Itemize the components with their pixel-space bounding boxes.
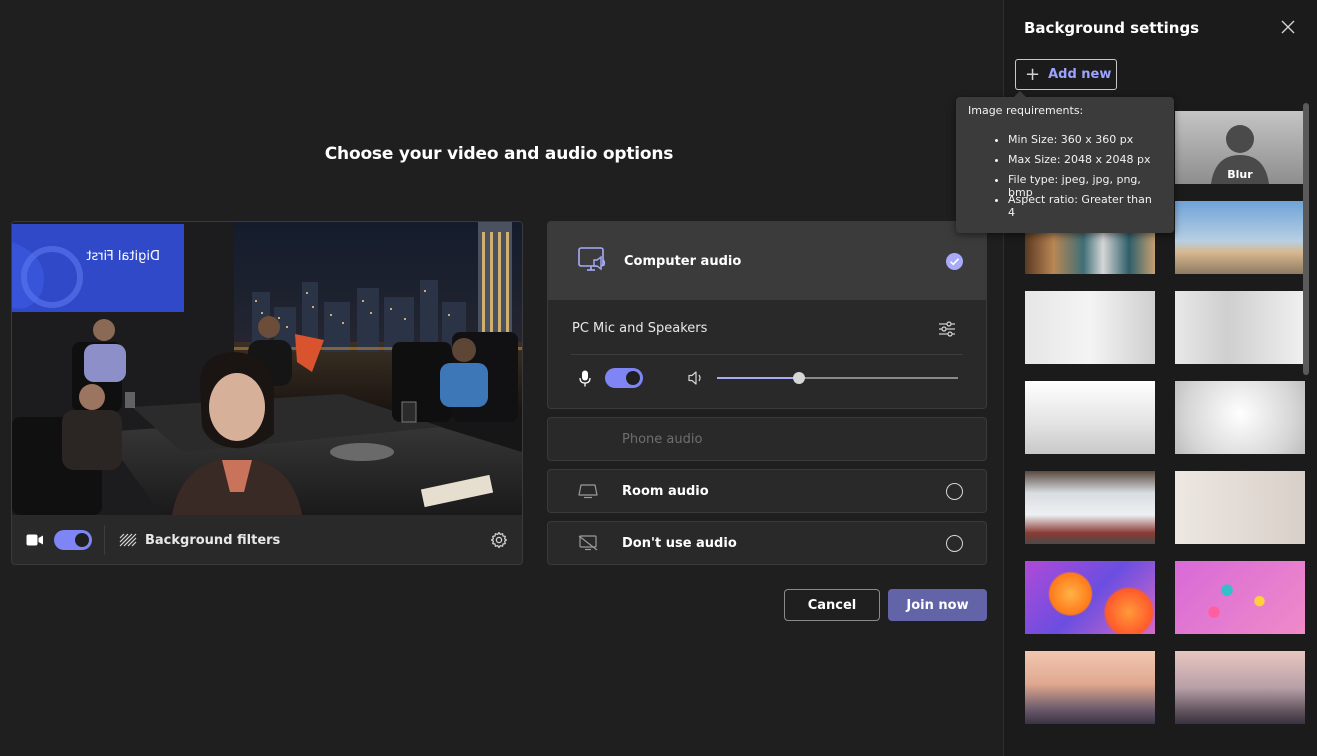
speaker-volume-icon: [688, 370, 704, 386]
panel-scrollbar[interactable]: [1303, 103, 1309, 375]
add-new-button[interactable]: + Add new: [1015, 59, 1117, 90]
background-thumbnail[interactable]: [1025, 291, 1155, 364]
join-now-button[interactable]: Join now: [888, 589, 987, 621]
audio-options: Computer audio PC Mic and Speakers Phone…: [547, 221, 987, 565]
divider: [104, 525, 105, 555]
audio-device-panel: PC Mic and Speakers: [547, 300, 987, 409]
camera-icon: [26, 533, 44, 547]
background-filters-icon[interactable]: [119, 533, 137, 547]
tooltip-title: Image requirements:: [968, 104, 1084, 117]
audio-option-label: Room audio: [622, 483, 709, 499]
add-new-label: Add new: [1048, 67, 1112, 82]
list-item: Aspect ratio: Greater than 4: [1008, 193, 1162, 219]
audio-option-label: Phone audio: [622, 431, 703, 447]
computer-audio-icon: [578, 247, 608, 275]
camera-toggle[interactable]: [54, 530, 92, 550]
plus-icon: +: [1025, 63, 1041, 85]
device-settings-sliders-icon[interactable]: [938, 321, 956, 337]
background-blur-option[interactable]: Blur: [1175, 111, 1305, 184]
slider-thumb[interactable]: [792, 372, 805, 384]
background-thumbnail[interactable]: [1025, 651, 1155, 724]
audio-option-room[interactable]: Room audio: [547, 469, 987, 513]
background-thumbnail[interactable]: [1025, 561, 1155, 634]
radio-button[interactable]: [946, 535, 963, 552]
close-icon[interactable]: [1280, 19, 1296, 35]
background-thumbnail[interactable]: [1175, 471, 1305, 544]
audio-option-label: Don't use audio: [622, 535, 737, 551]
microphone-toggle[interactable]: [605, 368, 643, 388]
cancel-button[interactable]: Cancel: [784, 589, 880, 621]
list-item: Max Size: 2048 x 2048 px: [1008, 153, 1162, 173]
audio-option-none[interactable]: Don't use audio: [547, 521, 987, 565]
audio-device-label: PC Mic and Speakers: [572, 321, 708, 336]
radio-button[interactable]: [946, 483, 963, 500]
speaker-off-icon: [578, 535, 598, 551]
divider: [571, 354, 963, 355]
background-thumbnail[interactable]: [1025, 471, 1155, 544]
background-thumbnail[interactable]: [1175, 651, 1305, 724]
background-thumbnail[interactable]: [1025, 381, 1155, 454]
video-preview-card: Digital First Background filters: [11, 221, 523, 565]
microphone-icon: [579, 370, 591, 387]
room-audio-icon: [578, 483, 598, 499]
page-title: Choose your video and audio options: [324, 144, 674, 164]
video-preview-image: Digital First: [12, 222, 522, 515]
speaker-volume-slider[interactable]: [717, 372, 958, 384]
background-thumbnail[interactable]: [1175, 561, 1305, 634]
list-item: Min Size: 360 x 360 px: [1008, 133, 1162, 153]
audio-option-computer[interactable]: Computer audio: [547, 221, 987, 300]
blur-label: Blur: [1227, 168, 1253, 181]
video-preview: Digital First: [12, 222, 522, 515]
audio-option-label: Computer audio: [624, 253, 742, 269]
list-item: File type: jpeg, jpg, png, bmp: [1008, 173, 1162, 199]
tv-screen-text: Digital First: [86, 249, 160, 264]
slider-fill: [717, 377, 799, 379]
audio-option-phone: Phone audio: [547, 417, 987, 461]
selected-check-icon: [946, 253, 963, 270]
panel-title: Background settings: [1024, 19, 1200, 37]
requirements-list: Min Size: 360 x 360 px Max Size: 2048 x …: [1008, 133, 1162, 219]
background-filters-button[interactable]: Background filters: [145, 533, 280, 548]
video-controls-bar: Background filters: [12, 515, 522, 564]
background-thumbnail[interactable]: [1175, 201, 1305, 274]
background-thumbnail[interactable]: [1175, 381, 1305, 454]
teams-prejoin-screen: Choose your video and audio options Digi…: [0, 0, 1317, 756]
device-settings-gear-icon[interactable]: [490, 531, 508, 549]
image-requirements-tooltip: Image requirements: Min Size: 360 x 360 …: [956, 91, 1174, 233]
background-thumbnail[interactable]: [1175, 291, 1305, 364]
